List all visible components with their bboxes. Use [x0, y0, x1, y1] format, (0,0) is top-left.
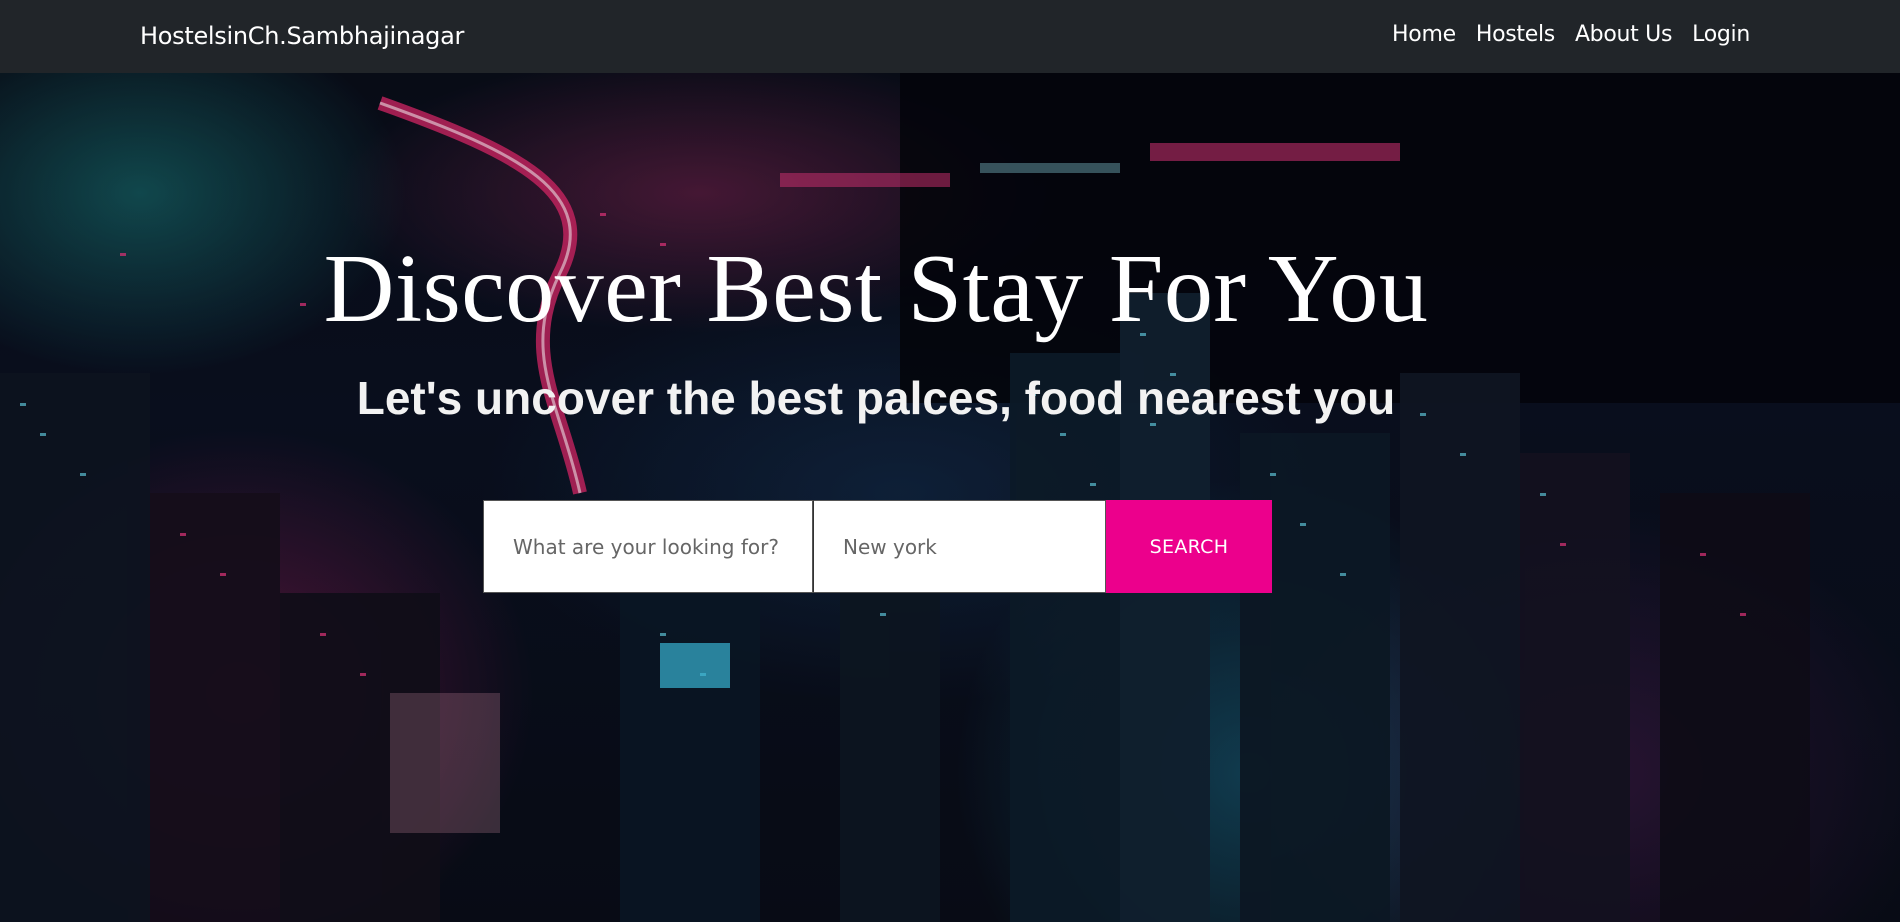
search-location-input[interactable] — [813, 500, 1106, 593]
search-button[interactable]: SEARCH — [1106, 500, 1272, 593]
hero-title: Discover Best Stay For You — [323, 235, 1429, 343]
nav-link-about-us[interactable]: About Us — [1575, 22, 1673, 47]
nav-link-home[interactable]: Home — [1392, 22, 1456, 47]
search-form: SEARCH — [483, 500, 1272, 593]
nav-link-login[interactable]: Login — [1692, 22, 1750, 47]
hero-subtitle: Let's uncover the best palces, food near… — [356, 372, 1396, 424]
hero-dim-overlay — [0, 73, 1900, 922]
nav-link-hostels[interactable]: Hostels — [1476, 22, 1555, 47]
search-what-input[interactable] — [483, 500, 813, 593]
nav-links: Home Hostels About Us Login — [1392, 22, 1750, 47]
brand-link[interactable]: HostelsinCh.Sambhajinagar — [140, 22, 464, 50]
top-navbar: HostelsinCh.Sambhajinagar Home Hostels A… — [0, 0, 1900, 73]
hero-section: Discover Best Stay For You Let's uncover… — [0, 73, 1900, 922]
